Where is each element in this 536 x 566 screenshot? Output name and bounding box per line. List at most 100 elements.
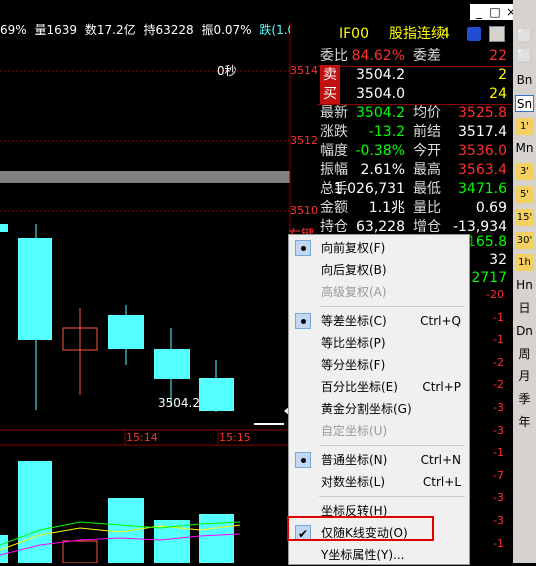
tick-volume-value: -3 — [493, 514, 504, 527]
quote-label: 涨跌 — [320, 124, 348, 140]
tick-volume-value: -3 — [493, 423, 504, 437]
menu-item[interactable]: 黄金分割坐标(G) — [289, 398, 469, 420]
toolbar-icon[interactable]: ⬜ — [515, 48, 534, 65]
axis-label: 3510 — [290, 204, 318, 217]
menu-item-label: 百分比坐标(E) — [321, 380, 398, 394]
period-button[interactable]: 年 — [515, 414, 534, 431]
partial-value: 32 — [489, 252, 507, 268]
quote-row: 振幅 2.61% 最高 3563.4 — [317, 160, 511, 180]
period-button[interactable]: Bn — [515, 72, 534, 89]
quote-value: 3504.2 — [356, 105, 405, 121]
period-button[interactable]: 3' — [515, 163, 534, 181]
period-button[interactable]: 月 — [515, 368, 534, 385]
volume-bar — [108, 498, 144, 563]
period-button[interactable]: Mn — [515, 140, 534, 157]
quote-row: 幅度 -0.38% 今开 3536.0 — [317, 141, 511, 161]
candle — [154, 349, 190, 379]
menu-item-label: 普通坐标(N) — [321, 453, 388, 467]
period-button[interactable]: Hn — [515, 277, 534, 294]
toolbar-icon[interactable]: ⬜ — [515, 28, 534, 45]
axis-label: 3514 — [290, 64, 318, 77]
last-price-label: 3504.2 — [158, 396, 200, 410]
menu-item[interactable]: 普通坐标(N) Ctrl+N — [289, 449, 469, 471]
partial-value: 2717 — [471, 270, 507, 286]
period-button[interactable]: Dn — [515, 323, 534, 340]
menu-item[interactable]: 等差坐标(C) Ctrl+Q — [289, 310, 469, 332]
quote-label: 委差 — [413, 48, 441, 64]
quote-label: 卖 — [320, 65, 340, 85]
quote-label: 金额 — [320, 200, 348, 216]
amount-value: 数17.2亿 — [84, 23, 136, 37]
highlight-box — [287, 516, 434, 541]
menu-separator — [319, 306, 465, 307]
menu-item-label: 等差坐标(C) — [321, 314, 387, 328]
open-interest-value: 持63228 — [143, 23, 194, 37]
volume-value: 量1639 — [34, 23, 78, 37]
panel-header: IF00 股指连续 4 — [317, 24, 511, 44]
menu-item[interactable]: 向后复权(B) — [289, 259, 469, 281]
minimize-button[interactable]: _ — [472, 5, 486, 19]
quote-row: 涨跌 -13.2 前结 3517.4 — [317, 122, 511, 142]
candle — [199, 378, 234, 411]
menu-item-label: 向前复权(F) — [321, 241, 386, 255]
period-button[interactable]: 15' — [515, 208, 534, 226]
fall-value: 跌(1.0) — [259, 23, 290, 37]
quote-value: -0.38% — [355, 143, 405, 159]
amplitude-value: 振0.07% — [201, 23, 252, 37]
menu-item-label: 向后复权(B) — [321, 263, 387, 277]
quote-value: 3563.4 — [458, 162, 507, 178]
quote-row: 最新 3504.2 均价 3525.8 — [317, 103, 511, 123]
tick-volume-value: -2 — [493, 355, 504, 369]
menu-item-shortcut: Ctrl+Q — [420, 314, 461, 328]
settings-icon[interactable] — [467, 27, 481, 41]
candle — [18, 238, 52, 340]
menu-item-shortcut: Ctrl+N — [420, 453, 461, 467]
period-button[interactable]: 1h — [515, 254, 534, 272]
period-button[interactable]: 季 — [515, 391, 534, 408]
period-button[interactable]: 日 — [515, 300, 534, 317]
volume-bar — [18, 461, 52, 563]
quote-value: 3517.4 — [458, 124, 507, 140]
menu-item[interactable]: 向前复权(F) — [289, 237, 469, 259]
time-tick-label: 15:15 — [219, 431, 251, 444]
kline-chart[interactable] — [0, 0, 317, 563]
quote-row: 总手 1,026,731 最低 3471.6 — [317, 179, 511, 199]
quote-value: 1,026,731 — [333, 181, 405, 197]
menu-separator — [319, 496, 465, 497]
quote-label: 委比 — [320, 48, 348, 64]
menu-item[interactable]: 自定坐标(U) — [289, 420, 469, 442]
quote-label: 幅度 — [320, 143, 348, 159]
quote-value: 0.69 — [475, 200, 507, 216]
quote-row: 买 3504.0 24 — [317, 84, 511, 105]
quote-value: 3504.2 — [356, 67, 405, 83]
quote-label: 量比 — [413, 200, 441, 216]
period-button[interactable]: 1' — [515, 117, 534, 135]
quote-value: 3471.6 — [458, 181, 507, 197]
menu-item[interactable]: 等比坐标(P) — [289, 332, 469, 354]
quote-value: 1.1兆 — [368, 200, 405, 216]
panel-toggle-button[interactable] — [489, 26, 505, 42]
menu-item[interactable]: 等分坐标(F) — [289, 354, 469, 376]
period-button[interactable]: 5' — [515, 186, 534, 203]
menu-item-label: 高级复权(A) — [321, 285, 387, 299]
menu-item[interactable]: 百分比坐标(E) Ctrl+P — [289, 376, 469, 398]
menu-item[interactable]: 高级复权(A) — [289, 281, 469, 303]
candles — [0, 224, 234, 412]
menu-item-label: 自定坐标(U) — [321, 424, 388, 438]
tick-volume-value: -7 — [493, 468, 504, 482]
quote-value: 3525.8 — [458, 105, 507, 121]
menu-item-shortcut: Ctrl+L — [422, 475, 461, 489]
quote-label: 最低 — [413, 181, 441, 197]
tick-volume-value: -3 — [493, 491, 504, 505]
radio-dot-icon — [295, 452, 311, 468]
tick-volume-value: -1 — [493, 310, 504, 324]
menu-item[interactable]: 对数坐标(L) Ctrl+L — [289, 471, 469, 493]
period-button[interactable]: 30' — [515, 231, 534, 249]
quote-value: 2 — [498, 67, 507, 83]
quote-value: 2.61% — [360, 162, 405, 178]
maximize-button[interactable]: □ — [488, 5, 502, 19]
period-button[interactable]: 周 — [515, 346, 534, 363]
tick-volume-value: -1 — [493, 333, 504, 347]
quote-label: 最新 — [320, 105, 348, 121]
period-button[interactable]: Sn — [515, 94, 534, 112]
